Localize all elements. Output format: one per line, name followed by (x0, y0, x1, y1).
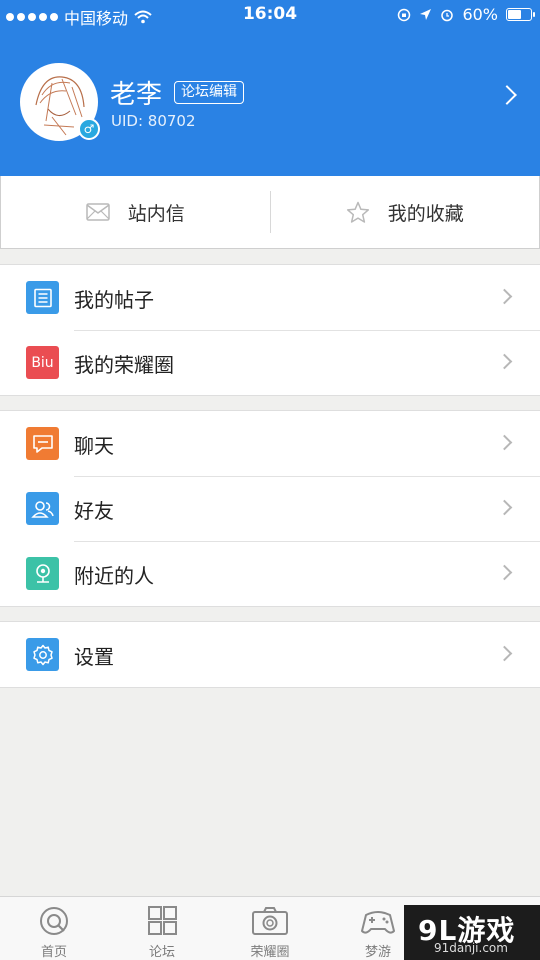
tab-label: 论坛 (148, 945, 175, 960)
menu-item-label: 设置 (74, 645, 114, 669)
role-badge: 论坛编辑 (174, 81, 244, 104)
battery-icon (506, 8, 535, 21)
menu-item-my-posts[interactable]: 我的帖子 (0, 265, 540, 330)
star-icon (346, 201, 369, 223)
tab-home[interactable]: 首页 (0, 897, 108, 960)
menu-group-posts: 我的帖子 Biu 我的荣耀圈 (0, 264, 540, 396)
menu-group-settings: 设置 (0, 621, 540, 688)
chevron-right-icon (496, 353, 513, 370)
watermark-domain: 91danji.com (434, 941, 508, 955)
envelope-icon (85, 203, 110, 221)
menu-item-label: 附近的人 (74, 564, 154, 588)
chevron-right-icon (496, 288, 513, 305)
profile-header: 中国移动 16:04 60% ♂ 老李 论坛编辑 UID: 80702 (0, 0, 540, 176)
grid-icon (148, 906, 177, 935)
menu-item-label: 好友 (74, 499, 114, 523)
quick-actions: 站内信 我的收藏 (0, 176, 540, 249)
friends-icon (26, 492, 59, 525)
chat-bubble-icon (26, 427, 59, 460)
chevron-right-icon (496, 564, 513, 581)
favorites-button[interactable]: 我的收藏 (271, 176, 540, 248)
alarm-icon (441, 9, 454, 21)
biu-icon: Biu (26, 346, 59, 379)
male-gender-icon: ♂ (78, 118, 100, 140)
menu-group-social: 聊天 好友 附近的人 (0, 410, 540, 607)
battery-percent: 60% (462, 5, 498, 24)
tab-label: 首页 (40, 945, 67, 960)
status-right: 60% (397, 5, 535, 24)
favorites-label: 我的收藏 (387, 202, 464, 225)
messages-button[interactable]: 站内信 (1, 176, 270, 248)
chevron-right-icon (496, 434, 513, 451)
home-icon (40, 907, 68, 935)
menu-item-label: 聊天 (74, 434, 114, 458)
document-icon (26, 281, 59, 314)
tab-forum[interactable]: 论坛 (108, 897, 216, 960)
user-id: UID: 80702 (111, 112, 196, 130)
menu-item-settings[interactable]: 设置 (0, 622, 540, 687)
menu-item-chat[interactable]: 聊天 (0, 411, 540, 476)
username: 老李 (110, 80, 163, 110)
rotation-lock-icon (398, 8, 411, 21)
menu-item-nearby-people[interactable]: 附近的人 (0, 541, 540, 606)
menu-item-my-honor-circle[interactable]: Biu 我的荣耀圈 (0, 330, 540, 395)
location-arrow-icon (420, 9, 432, 20)
camera-icon (252, 907, 288, 935)
site-watermark: 9L游戏 91danji.com (404, 905, 540, 960)
chevron-right-icon (496, 645, 513, 662)
status-bar: 中国移动 16:04 60% (0, 0, 540, 28)
location-pin-icon (26, 557, 59, 590)
chevron-right-icon[interactable] (497, 85, 517, 105)
menu-item-friends[interactable]: 好友 (0, 476, 540, 541)
gear-icon (26, 638, 59, 671)
messages-label: 站内信 (127, 202, 185, 225)
menu-item-label: 我的帖子 (74, 288, 154, 312)
tab-label: 荣耀圈 (250, 945, 290, 960)
gamepad-icon (361, 911, 395, 934)
chevron-right-icon (496, 499, 513, 516)
tab-honor-circle[interactable]: 荣耀圈 (216, 897, 324, 960)
menu-item-label: 我的荣耀圈 (74, 353, 174, 377)
